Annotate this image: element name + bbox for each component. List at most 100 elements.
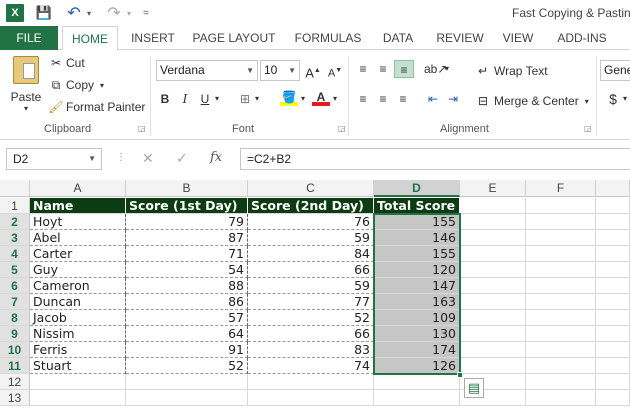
row-header[interactable]: 6 — [0, 278, 30, 294]
fill-color-dropdown-icon[interactable]: ▾ — [298, 90, 308, 108]
tab-file[interactable]: FILE — [0, 26, 58, 50]
table-cell[interactable]: 84 — [248, 246, 374, 262]
align-middle-icon[interactable]: ≡ — [374, 60, 392, 78]
table-cell[interactable]: 88 — [126, 278, 248, 294]
undo-icon[interactable]: ↶ — [64, 4, 84, 22]
empty-cell[interactable] — [596, 230, 630, 246]
bold-button[interactable]: B — [156, 90, 174, 108]
enter-icon[interactable]: ✓ — [176, 150, 188, 167]
table-cell[interactable]: 147 — [374, 278, 460, 294]
row-header[interactable]: 1 — [0, 198, 30, 214]
empty-cell[interactable] — [596, 294, 630, 310]
table-cell[interactable]: 71 — [126, 246, 248, 262]
empty-cell[interactable] — [526, 358, 596, 374]
clipboard-launcher-icon[interactable]: ◲ — [138, 124, 146, 133]
formula-bar-splitter-icon[interactable]: ⋮ — [116, 152, 126, 163]
table-cell[interactable]: 126 — [374, 358, 460, 374]
table-cell[interactable]: 57 — [126, 310, 248, 326]
formula-input[interactable]: =C2+B2 — [240, 148, 630, 170]
underline-dropdown-icon[interactable]: ▾ — [212, 90, 222, 108]
column-header-selected[interactable]: D — [374, 180, 460, 197]
orientation-icon[interactable]: ab↗ — [424, 60, 447, 78]
tab-review[interactable]: REVIEW — [432, 26, 488, 50]
table-cell[interactable]: 83 — [248, 342, 374, 358]
table-cell[interactable]: 86 — [126, 294, 248, 310]
tab-add-ins[interactable]: ADD-INS — [550, 26, 614, 50]
empty-cell[interactable] — [596, 374, 630, 390]
worksheet-grid[interactable]: A B C D E F 1 Name Score (1st Day) Score (2… — [0, 180, 630, 412]
shrink-font-icon[interactable]: A▼ — [326, 62, 344, 80]
header-cell[interactable]: Total Score — [374, 198, 460, 214]
merge-center-button[interactable]: ⊟ Merge & Center ▾ — [474, 92, 589, 110]
empty-cell[interactable] — [460, 326, 526, 342]
empty-cell[interactable] — [460, 214, 526, 230]
table-cell[interactable]: 52 — [248, 310, 374, 326]
table-cell[interactable]: 155 — [374, 214, 460, 230]
table-cell[interactable]: Jacob — [30, 310, 126, 326]
empty-cell[interactable] — [30, 390, 126, 406]
table-cell[interactable]: 91 — [126, 342, 248, 358]
row-header[interactable]: 4 — [0, 246, 30, 262]
undo-dropdown-icon[interactable]: ▾ — [84, 4, 94, 22]
tab-data[interactable]: DATA — [376, 26, 420, 50]
cancel-icon[interactable]: ✕ — [142, 150, 154, 167]
table-cell[interactable]: 66 — [248, 262, 374, 278]
empty-cell[interactable] — [596, 390, 630, 406]
empty-cell[interactable] — [460, 198, 526, 214]
row-header[interactable]: 11 — [0, 358, 30, 374]
redo-dropdown-icon[interactable]: ▾ — [124, 4, 134, 22]
table-cell[interactable]: Nissim — [30, 326, 126, 342]
table-cell[interactable]: 130 — [374, 326, 460, 342]
table-cell[interactable]: 64 — [126, 326, 248, 342]
row-header[interactable]: 5 — [0, 262, 30, 278]
orientation-dropdown-icon[interactable]: ▾ — [442, 60, 452, 78]
font-color-icon[interactable]: A — [312, 88, 330, 106]
number-format-combo[interactable]: Gene — [600, 60, 630, 81]
row-header[interactable]: 10 — [0, 342, 30, 358]
table-cell[interactable]: 59 — [248, 230, 374, 246]
column-header[interactable]: C — [248, 180, 374, 197]
empty-cell[interactable] — [596, 246, 630, 262]
table-cell[interactable]: 155 — [374, 246, 460, 262]
header-cell[interactable]: Score (1st Day) — [126, 198, 248, 214]
alignment-launcher-icon[interactable]: ◲ — [584, 124, 592, 133]
align-center-icon[interactable]: ≡ — [374, 90, 392, 108]
empty-cell[interactable] — [596, 214, 630, 230]
empty-cell[interactable] — [526, 342, 596, 358]
copy-button[interactable]: ⧉ Copy ▾ — [48, 76, 104, 94]
insert-function-icon[interactable]: fx — [210, 150, 222, 165]
table-cell[interactable]: 66 — [248, 326, 374, 342]
font-color-dropdown-icon[interactable]: ▾ — [330, 90, 340, 108]
table-cell[interactable]: 54 — [126, 262, 248, 278]
table-cell[interactable]: Stuart — [30, 358, 126, 374]
wrap-text-button[interactable]: ↵ Wrap Text — [474, 62, 548, 80]
empty-cell[interactable] — [30, 374, 126, 390]
empty-cell[interactable] — [460, 278, 526, 294]
column-header[interactable]: A — [30, 180, 126, 197]
borders-dropdown-icon[interactable]: ▾ — [252, 90, 262, 108]
table-cell[interactable]: 174 — [374, 342, 460, 358]
font-name-combo[interactable]: Verdana ▼ — [156, 60, 258, 81]
header-cell[interactable]: Name — [30, 198, 126, 214]
empty-cell[interactable] — [526, 214, 596, 230]
empty-cell[interactable] — [596, 342, 630, 358]
row-header[interactable]: 8 — [0, 310, 30, 326]
table-cell[interactable]: 87 — [126, 230, 248, 246]
empty-cell[interactable] — [126, 390, 248, 406]
empty-cell[interactable] — [526, 374, 596, 390]
tab-page-layout[interactable]: PAGE LAYOUT — [190, 26, 278, 50]
tab-home[interactable]: HOME — [62, 26, 118, 51]
tab-formulas[interactable]: FORMULAS — [290, 26, 366, 50]
column-header[interactable]: E — [460, 180, 526, 197]
currency-dropdown-icon[interactable]: ▾ — [620, 90, 630, 108]
table-cell[interactable]: 74 — [248, 358, 374, 374]
empty-cell[interactable] — [526, 230, 596, 246]
empty-cell[interactable] — [526, 262, 596, 278]
empty-cell[interactable] — [374, 390, 460, 406]
empty-cell[interactable] — [526, 310, 596, 326]
table-cell[interactable]: 77 — [248, 294, 374, 310]
column-header[interactable] — [596, 180, 630, 197]
name-box[interactable]: D2 ▼ — [6, 148, 102, 170]
empty-cell[interactable] — [374, 374, 460, 390]
table-cell[interactable]: Hoyt — [30, 214, 126, 230]
